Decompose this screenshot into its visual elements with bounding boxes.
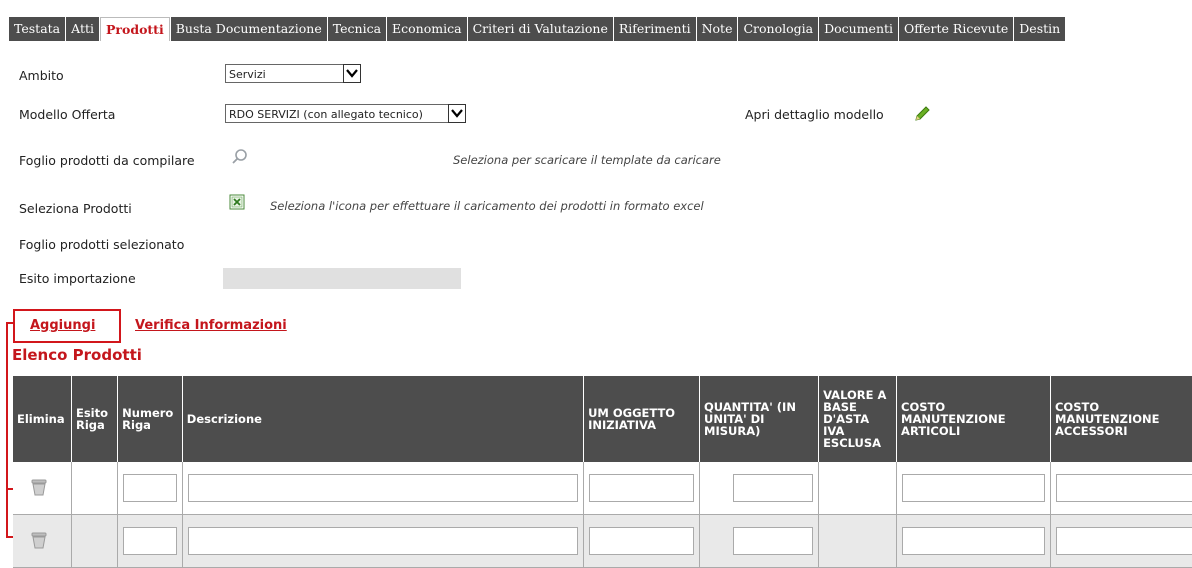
esito-field	[223, 268, 461, 289]
ambito-select[interactable]: Servizi	[225, 64, 361, 83]
header-costo-accessori: COSTO MANUTENZIONE ACCESSORI	[1050, 376, 1192, 462]
tab-prodotti[interactable]: Prodotti	[100, 17, 170, 41]
modello-value: RDO SERVIZI (con allegato tecnico)	[229, 108, 423, 121]
verifica-informazioni-link[interactable]: Verifica Informazioni	[135, 318, 287, 333]
modello-select[interactable]: RDO SERVIZI (con allegato tecnico)	[225, 104, 466, 123]
aggiungi-link[interactable]: Aggiungi	[30, 318, 95, 333]
tab-economica[interactable]: Economica	[387, 17, 467, 41]
header-quantita: QUANTITA' (IN UNITA' DI MISURA)	[699, 376, 820, 462]
header-elimina: Elimina	[13, 376, 72, 462]
seleziona-hint: Seleziona l'icona per effettuare il cari…	[270, 199, 704, 213]
excel-icon[interactable]	[229, 194, 245, 213]
tab-destin[interactable]: Destin	[1014, 17, 1066, 41]
modello-label: Modello Offerta	[19, 107, 116, 122]
descrizione-input[interactable]	[187, 474, 579, 502]
tab-documenti[interactable]: Documenti	[819, 17, 899, 41]
foglio-label: Foglio prodotti da compilare	[19, 153, 195, 168]
tabs: Testata Atti Prodotti Busta Documentazione T…	[9, 17, 1066, 41]
numero-riga-input[interactable]	[123, 527, 177, 555]
table-row	[13, 514, 1192, 568]
chevron-down-icon[interactable]	[448, 104, 466, 123]
descrizione-input[interactable]	[187, 527, 579, 555]
tab-offerte-ricevute[interactable]: Offerte Ricevute	[899, 17, 1014, 41]
header-um-oggetto: UM OGGETTO INIZIATIVA	[583, 376, 701, 462]
quantita-input[interactable]	[733, 527, 814, 555]
section-title: Elenco Prodotti	[12, 346, 142, 364]
quantita-input[interactable]	[733, 474, 814, 502]
annotation-line	[6, 322, 8, 538]
tab-bar: Testata Atti Prodotti Busta Documentazione T…	[0, 0, 1192, 44]
trash-icon[interactable]	[28, 476, 50, 498]
ambito-value: Servizi	[229, 68, 266, 81]
tab-busta-documentazione[interactable]: Busta Documentazione	[170, 17, 327, 41]
header-valore-base: VALORE A BASE D'ASTA IVA ESCLUSA	[818, 376, 898, 462]
products-table: Elimina Esito Riga Numero Riga Descrizio…	[13, 376, 1192, 568]
tab-atti[interactable]: Atti	[66, 17, 99, 41]
tab-testata[interactable]: Testata	[9, 17, 66, 41]
header-numero-riga: Numero Riga	[117, 376, 183, 462]
apri-dettaglio-label: Apri dettaglio modello	[745, 107, 884, 122]
tab-tecnica[interactable]: Tecnica	[327, 17, 387, 41]
seleziona-label: Seleziona Prodotti	[19, 201, 132, 216]
foglio-selezionato-label: Foglio prodotti selezionato	[19, 237, 185, 252]
costo-accessori-input[interactable]	[1055, 527, 1192, 555]
um-oggetto-input[interactable]	[589, 474, 695, 502]
esito-label: Esito importazione	[19, 271, 136, 286]
tab-cronologia[interactable]: Cronologia	[738, 17, 819, 41]
costo-accessori-input[interactable]	[1055, 474, 1192, 502]
tab-note[interactable]: Note	[696, 17, 738, 41]
chevron-down-icon[interactable]	[343, 64, 361, 83]
search-icon[interactable]	[231, 148, 249, 169]
trash-icon[interactable]	[28, 529, 50, 551]
tab-criteri-di-valutazione[interactable]: Criteri di Valutazione	[467, 17, 613, 41]
pencil-icon[interactable]	[913, 105, 931, 126]
ambito-label: Ambito	[19, 68, 64, 83]
costo-articoli-input[interactable]	[902, 474, 1045, 502]
um-oggetto-input[interactable]	[589, 527, 695, 555]
numero-riga-input[interactable]	[123, 474, 177, 502]
header-esito-riga: Esito Riga	[71, 376, 119, 462]
table-row	[13, 462, 1192, 515]
costo-articoli-input[interactable]	[902, 527, 1045, 555]
tab-riferimenti[interactable]: Riferimenti	[613, 17, 696, 41]
header-descrizione: Descrizione	[182, 376, 585, 462]
header-costo-articoli: COSTO MANUTENZIONE ARTICOLI	[896, 376, 1051, 462]
foglio-hint: Seleziona per scaricare il template da c…	[453, 153, 721, 167]
